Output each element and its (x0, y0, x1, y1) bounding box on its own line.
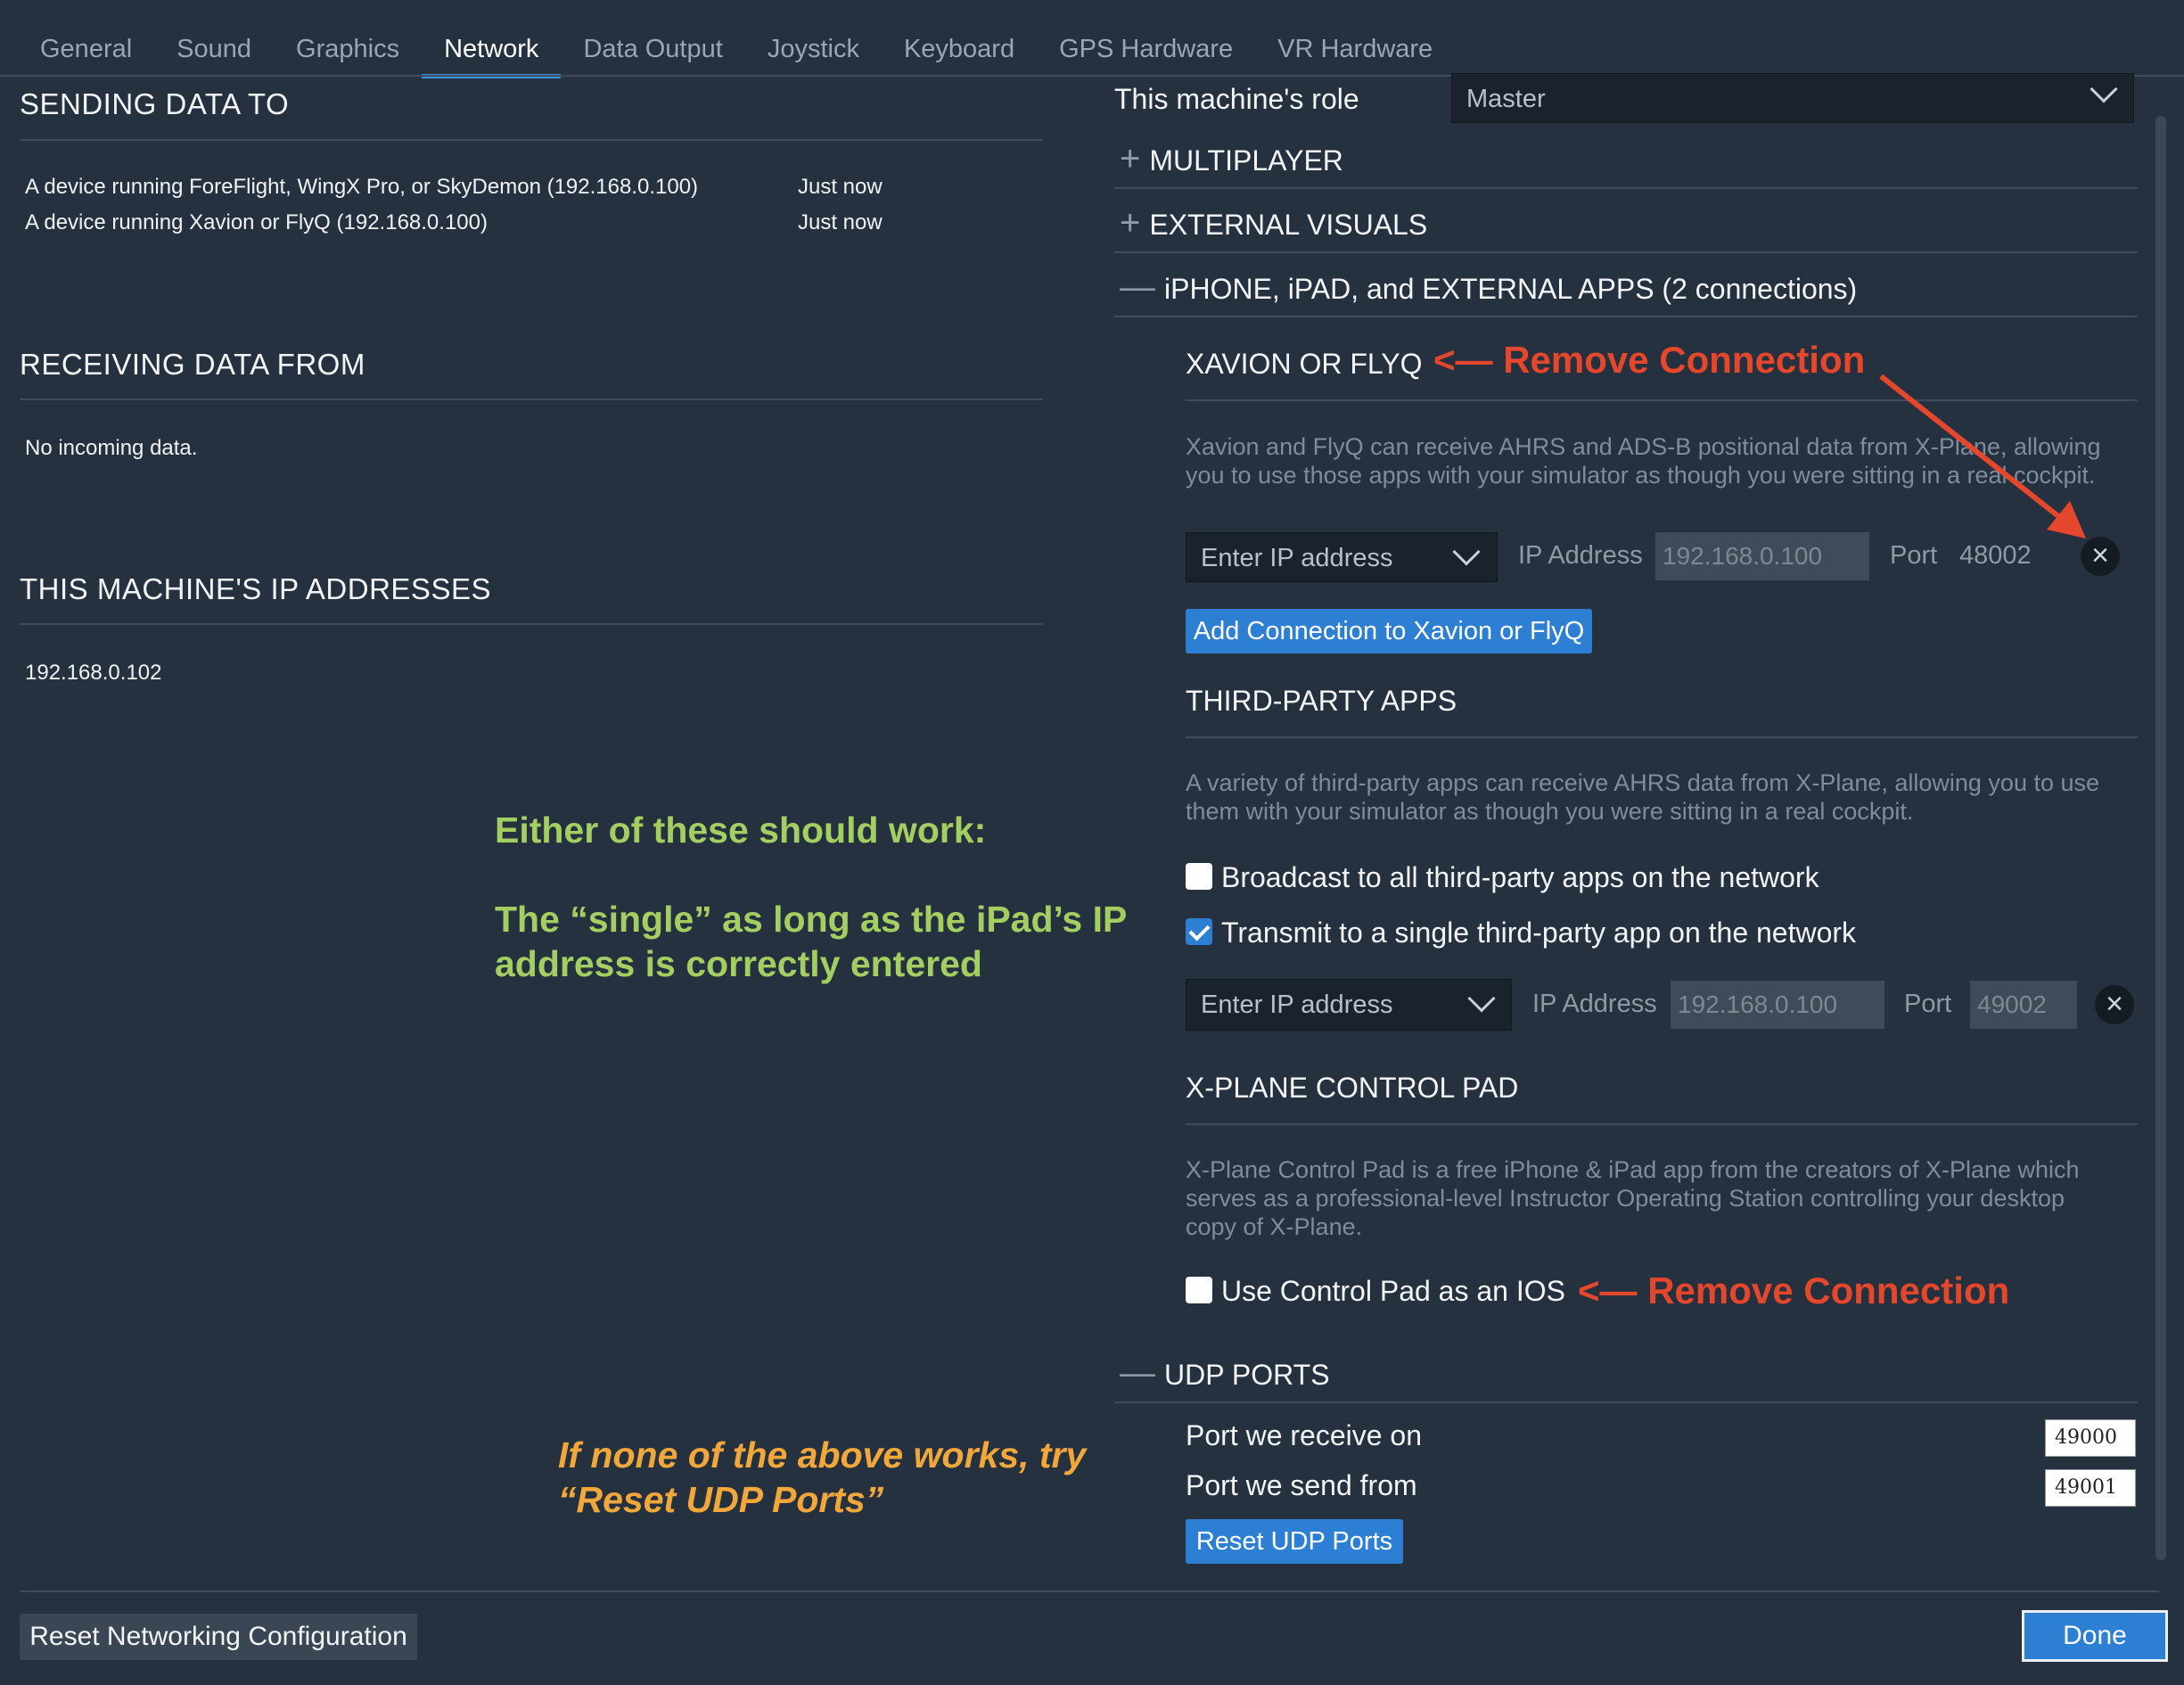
reset-udp-ports-button[interactable]: Reset UDP Ports (1186, 1519, 1403, 1564)
annotation-line: “Reset UDP Ports” (558, 1479, 884, 1520)
tab-gps-hardware[interactable]: GPS Hardware (1037, 27, 1255, 78)
receiving-title: RECEIVING DATA FROM (20, 348, 365, 381)
add-connection-button[interactable]: Add Connection to Xavion or FlyQ (1186, 609, 1592, 653)
thirdparty-ip-dropdown[interactable]: Enter IP address (1186, 979, 1512, 1031)
divider (20, 623, 1043, 625)
broadcast-checkbox[interactable] (1186, 863, 1212, 890)
section-external-visuals-label: EXTERNAL VISUALS (1149, 209, 1428, 241)
section-iphone-apps[interactable]: — iPHONE, iPAD, and EXTERNAL APPS (2 conn… (1120, 267, 1857, 308)
sending-title: SENDING DATA TO (20, 87, 290, 120)
sending-row-time: Just now (798, 175, 883, 199)
sending-row-time: Just now (798, 210, 883, 234)
divider (1114, 316, 2138, 317)
send-port-label: Port we send from (1186, 1469, 1417, 1501)
controlpad-description: X-Plane Control Pad is a free iPhone & i… (1186, 1155, 2080, 1241)
annotation-line: If none of the above works, try (558, 1434, 1087, 1475)
divider (1186, 736, 2138, 738)
minus-icon: — (1120, 267, 1155, 307)
controlpad-title: X-PLANE CONTROL PAD (1186, 1072, 1519, 1104)
port-label: Port (1904, 990, 1952, 1018)
annotation-arrow (1879, 374, 2086, 538)
tab-bar: General Sound Graphics Network Data Outp… (18, 27, 1455, 78)
annotation-line: Either of these should work: (495, 810, 987, 851)
footer-divider (20, 1590, 2159, 1592)
single-app-label: Transmit to a single third-party app on … (1221, 916, 1857, 949)
annotation-line: The “single” as long as the iPad’s IP (495, 899, 1128, 940)
thirdparty-ip-field[interactable]: 192.168.0.100 (1671, 981, 1884, 1029)
tab-general[interactable]: General (18, 27, 154, 78)
section-multiplayer-label: MULTIPLAYER (1149, 144, 1343, 177)
dropdown-text: Enter IP address (1201, 544, 1393, 572)
section-multiplayer[interactable]: + MULTIPLAYER (1120, 139, 1343, 179)
divider (20, 399, 1043, 400)
tab-graphics[interactable]: Graphics (274, 27, 422, 78)
annotation-line: address is correctly entered (495, 943, 982, 984)
section-external-visuals[interactable]: + EXTERNAL VISUALS (1120, 203, 1427, 243)
divider (1114, 1401, 2138, 1403)
tab-sound[interactable]: Sound (154, 27, 274, 78)
xavion-ip-dropdown[interactable]: Enter IP address (1186, 532, 1498, 582)
receiving-text: No incoming data. (25, 436, 198, 460)
reset-networking-button[interactable]: Reset Networking Configuration (20, 1614, 417, 1660)
close-icon[interactable]: × (2095, 985, 2134, 1024)
annotation-tip: If none of the above works, try “Reset U… (558, 1433, 1086, 1522)
ios-label: Use Control Pad as an IOS (1221, 1275, 1565, 1307)
annotation-remove-connection: <— Remove Connection (1578, 1270, 2010, 1311)
chevron-down-icon (2090, 75, 2118, 103)
chevron-down-icon (1467, 984, 1496, 1013)
section-udp-label: UDP PORTS (1164, 1359, 1330, 1391)
divider (1114, 187, 2138, 189)
desc-line: A variety of third-party apps can receiv… (1186, 769, 2100, 796)
desc-line: them with your simulator as though you w… (1186, 798, 1914, 825)
section-iphone-apps-label: iPHONE, iPAD, and EXTERNAL APPS (2 conne… (1164, 273, 1858, 305)
xavion-title: XAVION OR FLYQ (1186, 348, 1423, 380)
ip-address-label: IP Address (1532, 990, 1657, 1018)
tab-vr-hardware[interactable]: VR Hardware (1255, 27, 1455, 78)
thirdparty-port-field[interactable]: 49002 (1970, 981, 2077, 1029)
chevron-down-icon (1452, 538, 1481, 566)
tab-joystick[interactable]: Joystick (745, 27, 882, 78)
role-label: This machine's role (1114, 83, 1359, 115)
ip-title: THIS MACHINE'S IP ADDRESSES (20, 572, 491, 605)
scrollbar[interactable] (2155, 116, 2166, 1560)
dropdown-text: Enter IP address (1201, 990, 1393, 1019)
sending-row-device: A device running Xavion or FlyQ (192.168… (25, 210, 488, 234)
divider (1186, 1123, 2138, 1125)
annotation-remove-connection: <— Remove Connection (1433, 339, 1866, 381)
desc-line: X-Plane Control Pad is a free iPhone & i… (1186, 1156, 2080, 1183)
section-udp-ports[interactable]: — UDP PORTS (1120, 1353, 1330, 1393)
broadcast-label: Broadcast to all third-party apps on the… (1221, 861, 1819, 893)
role-value: Master (1466, 85, 1546, 113)
desc-line: copy of X-Plane. (1186, 1213, 1363, 1240)
plus-icon: + (1120, 203, 1141, 242)
receive-port-input[interactable]: 49000 (2045, 1419, 2136, 1457)
single-app-checkbox[interactable] (1186, 918, 1212, 945)
xavion-ip-field[interactable]: 192.168.0.100 (1655, 532, 1869, 580)
tab-network[interactable]: Network (422, 27, 562, 78)
desc-line: serves as a professional-level Instructo… (1186, 1185, 2065, 1212)
ip-value: 192.168.0.102 (25, 661, 162, 685)
send-port-input[interactable]: 49001 (2045, 1469, 2136, 1507)
done-button[interactable]: Done (2022, 1610, 2168, 1662)
thirdparty-description: A variety of third-party apps can receiv… (1186, 769, 2099, 826)
thirdparty-title: THIRD-PARTY APPS (1186, 685, 1457, 717)
ip-address-label: IP Address (1518, 541, 1643, 570)
divider (1114, 251, 2138, 253)
divider (20, 139, 1043, 141)
ios-checkbox[interactable] (1186, 1277, 1212, 1303)
tab-keyboard[interactable]: Keyboard (882, 27, 1037, 78)
tab-data-output[interactable]: Data Output (561, 27, 744, 78)
receive-port-label: Port we receive on (1186, 1419, 1423, 1451)
sending-row-device: A device running ForeFlight, WingX Pro, … (25, 175, 699, 199)
annotation-spacer (495, 852, 1127, 897)
role-select[interactable]: Master (1451, 73, 2134, 123)
minus-icon: — (1120, 1353, 1155, 1393)
annotation-note: Either of these should work: The “single… (495, 808, 1127, 986)
plus-icon: + (1120, 139, 1141, 178)
